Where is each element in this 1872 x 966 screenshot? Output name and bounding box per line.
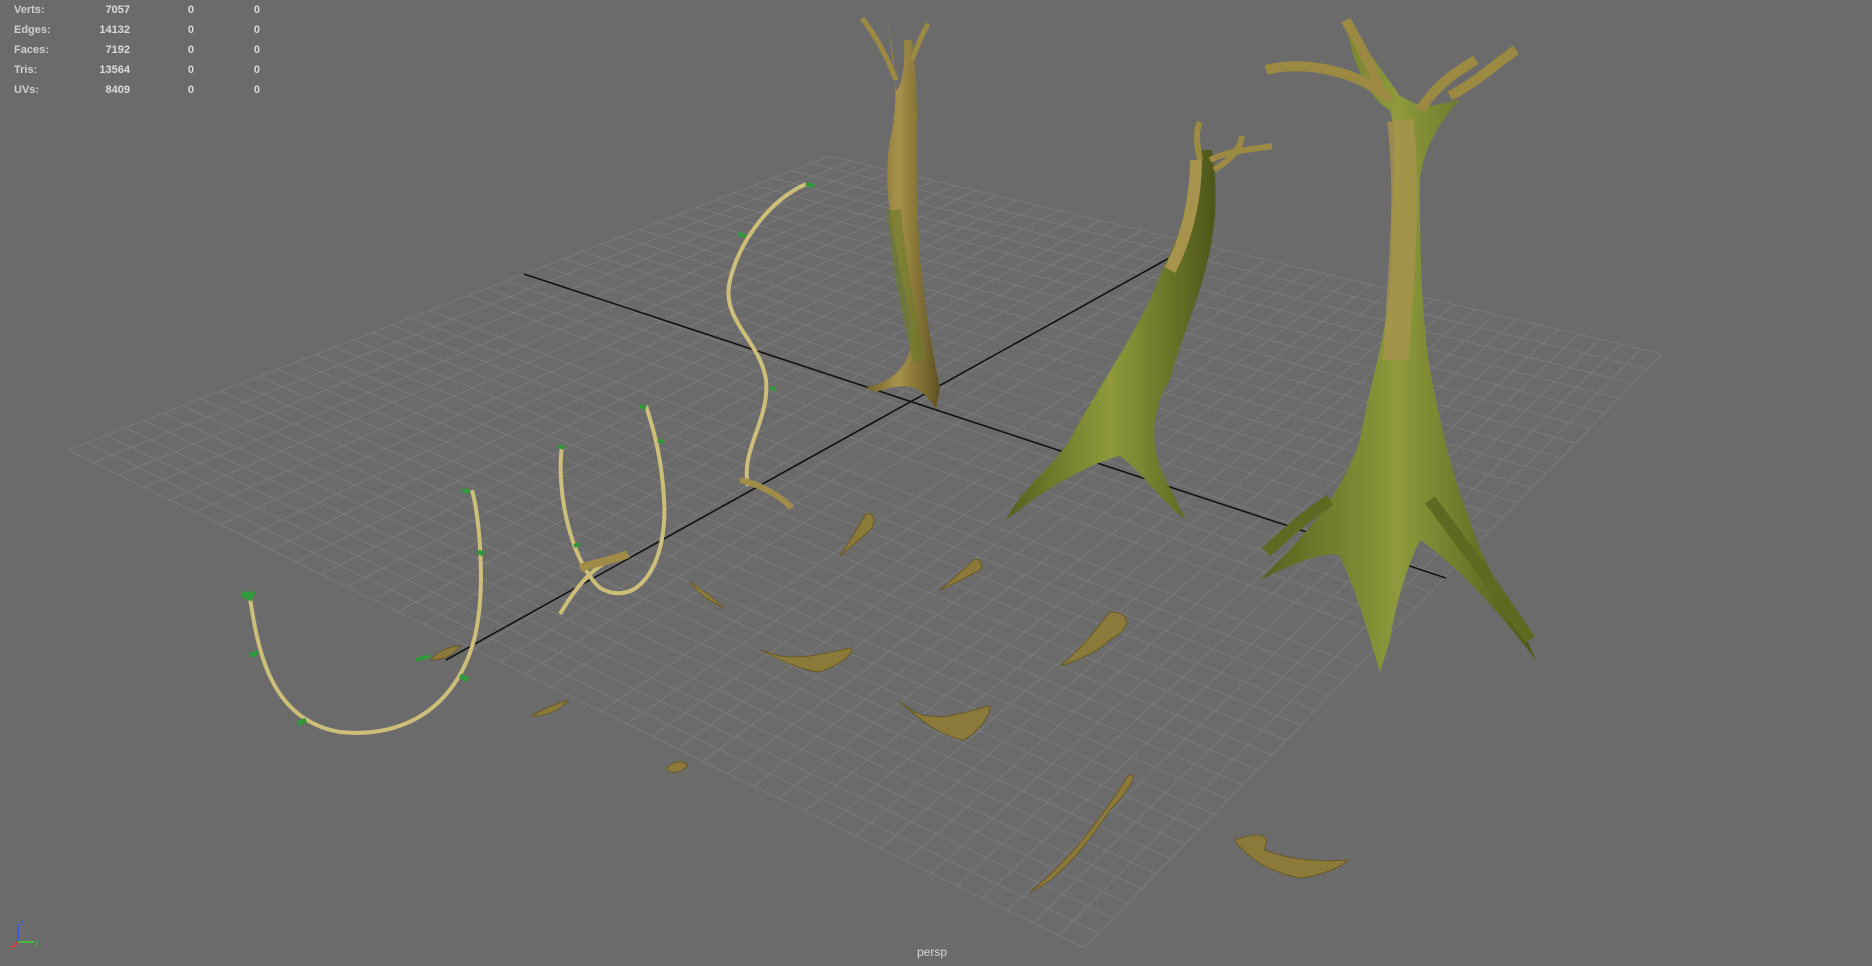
- hud-row-label: Verts:: [14, 4, 45, 16]
- hud-row: UVs: 8409 0 0: [14, 80, 260, 100]
- vine-1[interactable]: [240, 488, 485, 735]
- trunk-medium[interactable]: [1006, 120, 1273, 520]
- root-fragment-3: [1059, 611, 1127, 667]
- vine-2[interactable]: [557, 404, 667, 596]
- hud-row-value: 14132: [99, 24, 130, 36]
- root-fragment-4: [689, 581, 725, 609]
- trunk-large[interactable]: [1260, 17, 1536, 672]
- hud-row: Edges: 14132 0 0: [14, 20, 260, 40]
- hud-row-value: 0: [187, 84, 194, 96]
- hud-row-value: 0: [253, 44, 260, 56]
- grid-line: [931, 324, 1538, 874]
- camera-name-label: persp: [916, 945, 948, 959]
- root-fragment-10: [665, 761, 689, 773]
- root-fragment-9: [530, 698, 570, 717]
- hud-row-value: 0: [187, 44, 194, 56]
- hud-row: Verts: 7057 0 0: [14, 0, 260, 20]
- root-fragment-8: [1233, 834, 1350, 879]
- hud-row-value: 7057: [105, 4, 130, 16]
- hud-row-label: Tris:: [14, 64, 38, 76]
- hud-row-value: 13564: [99, 64, 130, 76]
- hud-row-value: 0: [253, 24, 260, 36]
- axis-orientation-gizmo: z y x: [10, 918, 39, 950]
- grid-line: [982, 333, 1580, 899]
- grid-line: [829, 155, 1663, 355]
- hud-row-label: Edges:: [14, 24, 51, 36]
- hud-row-value: 0: [253, 84, 260, 96]
- hud-row-value: 0: [187, 24, 194, 36]
- ground-grid: [67, 155, 1663, 949]
- axis-y-label: y: [35, 938, 39, 947]
- hud-row-value: 0: [187, 64, 194, 76]
- grid-line: [810, 162, 1648, 370]
- 3d-viewport[interactable]: [0, 0, 1872, 966]
- hud-row-label: UVs:: [14, 84, 40, 96]
- hud-row-label: Faces:: [14, 44, 49, 56]
- axis-z-label: z: [20, 918, 24, 927]
- hud-row: Faces: 7192 0 0: [14, 40, 260, 60]
- hud-row: Tris: 13564 0 0: [14, 60, 260, 80]
- poly-count-hud: Verts: 7057 0 0 Edges: 14132 0 0 Faces: 7192 0 0 Tri…: [14, 0, 260, 100]
- hud-row-value: 8409: [105, 84, 130, 96]
- grid-line: [956, 328, 1559, 887]
- axis-x-label: x: [10, 945, 14, 950]
- hud-row-value: 0: [253, 4, 260, 16]
- root-fragment-5: [759, 647, 853, 673]
- hud-row-value: 0: [253, 64, 260, 76]
- hud-row-value: 0: [187, 4, 194, 16]
- hud-row-value: 7192: [105, 44, 130, 56]
